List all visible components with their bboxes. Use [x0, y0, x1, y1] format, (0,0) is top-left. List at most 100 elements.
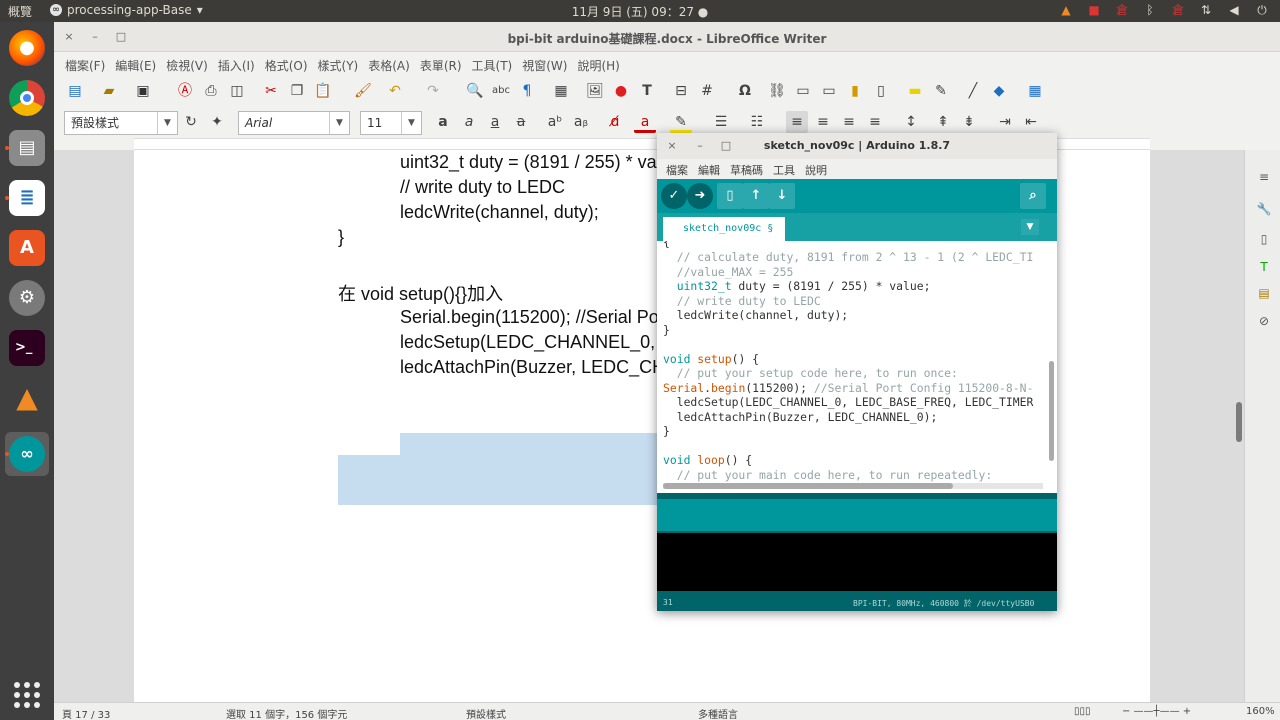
new-sketch-button[interactable]: ▯: [717, 183, 743, 209]
track-changes-icon[interactable]: ✎: [930, 80, 952, 102]
numbering-icon[interactable]: ☷: [746, 111, 768, 133]
power-icon[interactable]: ⏻: [1254, 2, 1270, 18]
menu-insert[interactable]: 插入(I): [213, 52, 260, 76]
new-style-icon[interactable]: ✦: [206, 111, 228, 133]
gallery-icon[interactable]: ▤: [1255, 284, 1273, 302]
verify-button[interactable]: ✓: [661, 183, 687, 209]
increase-paragraph-spacing-icon[interactable]: ⇞: [932, 111, 954, 133]
bluetooth-icon[interactable]: ᛒ: [1142, 2, 1158, 18]
new-document-icon[interactable]: ▤: [64, 80, 86, 102]
dock-item-settings[interactable]: ⚙: [5, 276, 49, 320]
insert-footnote-icon[interactable]: ▭: [792, 80, 814, 102]
editor-vertical-scrollbar[interactable]: [1049, 241, 1055, 471]
align-right-icon[interactable]: ≡: [838, 111, 860, 133]
special-character-icon[interactable]: Ω: [734, 80, 756, 102]
open-folder-icon[interactable]: ▰: [98, 80, 120, 102]
menu-file[interactable]: 檔案(F): [60, 52, 110, 76]
line-spacing-icon[interactable]: ↕: [900, 111, 922, 133]
redo-icon[interactable]: ↷: [422, 80, 444, 102]
update-style-icon[interactable]: ↻: [180, 111, 202, 133]
paste-icon[interactable]: 📋: [312, 80, 334, 102]
insert-cross-reference-icon[interactable]: ▯: [870, 80, 892, 102]
menu-sketch[interactable]: 草稿碼: [725, 159, 768, 179]
formatting-marks-icon[interactable]: ¶: [516, 80, 538, 102]
menu-view[interactable]: 檢視(V): [161, 52, 213, 76]
page-count[interactable]: 頁 17 / 33: [62, 706, 110, 720]
insert-chart-icon[interactable]: ●: [610, 80, 632, 102]
dock-item-arduino[interactable]: ∞: [5, 432, 49, 476]
activities-button[interactable]: 概覽: [8, 3, 32, 20]
menu-window[interactable]: 視窗(W): [517, 52, 572, 76]
navigator-icon[interactable]: ⊘: [1255, 312, 1273, 330]
font-color-icon[interactable]: a: [634, 111, 656, 133]
menu-edit[interactable]: 編輯: [693, 159, 725, 179]
save-icon[interactable]: ▣: [132, 80, 154, 102]
draw-functions-icon[interactable]: ▦: [1024, 80, 1046, 102]
properties-icon[interactable]: 🔧: [1255, 200, 1273, 218]
view-layout-icon[interactable]: ▯▯▯: [1074, 706, 1091, 717]
tab-menu-button[interactable]: ▼: [1021, 219, 1039, 235]
input-method-icon[interactable]: 倉: [1114, 2, 1130, 18]
menu-table[interactable]: 表格(A): [363, 52, 415, 76]
highlight-icon[interactable]: ✎: [670, 111, 692, 133]
insert-endnote-icon[interactable]: ▭: [818, 80, 840, 102]
dock-item-vlc[interactable]: ▲: [5, 376, 49, 420]
zoom-level[interactable]: 160%: [1246, 706, 1275, 717]
document-scrollbar[interactable]: [1236, 402, 1242, 442]
undo-icon[interactable]: ↶: [384, 80, 406, 102]
menu-tools[interactable]: 工具(T): [467, 52, 518, 76]
superscript-icon[interactable]: aᵇ: [544, 111, 566, 133]
insert-image-icon[interactable]: 🖼: [584, 80, 606, 102]
menu-help[interactable]: 說明(H): [572, 52, 624, 76]
print-icon[interactable]: ⎙: [200, 80, 222, 102]
upload-button[interactable]: ➜: [687, 183, 713, 209]
menu-form[interactable]: 表單(R): [415, 52, 467, 76]
insert-comment-icon[interactable]: ▬: [904, 80, 926, 102]
find-replace-icon[interactable]: 🔍: [464, 80, 486, 102]
insert-page-break-icon[interactable]: ⊟: [670, 80, 692, 102]
subscript-icon[interactable]: aᵦ: [570, 111, 592, 133]
strikethrough-icon[interactable]: a: [510, 111, 532, 133]
save-sketch-button[interactable]: ↓: [769, 183, 795, 209]
styles-icon[interactable]: T: [1255, 258, 1273, 276]
console-output[interactable]: [657, 533, 1057, 591]
bullets-icon[interactable]: ☰: [710, 111, 732, 133]
font-name-select[interactable]: Arial ▼: [238, 111, 350, 135]
clear-formatting-icon[interactable]: ɑ̸: [604, 111, 626, 133]
dock-item-software[interactable]: A: [5, 226, 49, 270]
app-menu[interactable]: ∞ processing-app-Base ▾: [50, 3, 203, 17]
page-style[interactable]: 預設樣式: [466, 706, 506, 720]
serial-monitor-button[interactable]: ⌕: [1020, 183, 1046, 209]
text-language[interactable]: 多種語言: [698, 706, 738, 720]
font-size-select[interactable]: 11 ▼: [360, 111, 422, 135]
menu-tools[interactable]: 工具: [768, 159, 800, 179]
insert-hyperlink-icon[interactable]: ⛓: [766, 80, 788, 102]
code-editor[interactable]: { // calculate duty, 8191 from 2 ^ 13 - …: [657, 241, 1057, 493]
page-icon[interactable]: ▯: [1255, 230, 1273, 248]
insert-line-icon[interactable]: ╱: [962, 80, 984, 102]
dock-item-firefox[interactable]: ●: [5, 26, 49, 70]
insert-table-icon[interactable]: ▦: [550, 80, 572, 102]
dock-item-chrome[interactable]: [5, 76, 49, 120]
decrease-indent-icon[interactable]: ⇤: [1020, 111, 1042, 133]
insert-textbox-icon[interactable]: T: [636, 80, 658, 102]
input-method-icon-2[interactable]: 倉: [1170, 2, 1186, 18]
bold-icon[interactable]: a: [432, 111, 454, 133]
zoom-slider[interactable]: − ——┼—— +: [1122, 706, 1191, 717]
paragraph-style-select[interactable]: 預設樣式 ▼: [64, 111, 178, 135]
spellcheck-icon[interactable]: abc: [490, 80, 512, 102]
sidebar-menu-icon[interactable]: ≡: [1255, 168, 1273, 186]
menu-format[interactable]: 格式(O): [260, 52, 313, 76]
menu-edit[interactable]: 編輯(E): [110, 52, 161, 76]
dock-item-writer[interactable]: ≣: [5, 176, 49, 220]
vlc-tray-icon[interactable]: ▲: [1058, 2, 1074, 18]
dock-item-terminal[interactable]: >_: [5, 326, 49, 370]
tab-sketch[interactable]: sketch_nov09c §: [663, 217, 785, 241]
underline-icon[interactable]: a: [484, 111, 506, 133]
copy-icon[interactable]: ❐: [286, 80, 308, 102]
insert-field-icon[interactable]: #: [696, 80, 718, 102]
insert-bookmark-icon[interactable]: ▮: [844, 80, 866, 102]
print-preview-icon[interactable]: ◫: [226, 80, 248, 102]
cut-icon[interactable]: ✂: [260, 80, 282, 102]
network-icon[interactable]: ⇅: [1198, 2, 1214, 18]
